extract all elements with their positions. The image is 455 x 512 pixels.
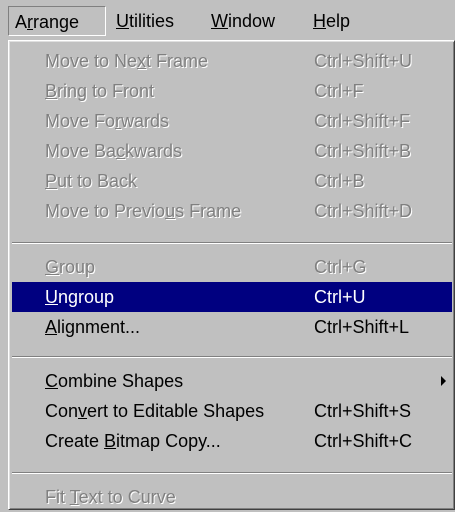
menu-item-shortcut: Ctrl+Shift+L — [314, 317, 410, 337]
menu-item-label: Fit Text to Curve — [45, 487, 176, 507]
menu-item-move-forwards[interactable]: Move Forwards Ctrl+Shift+F — [12, 106, 452, 136]
menu-arrange[interactable]: Arrange — [8, 6, 106, 36]
menu-item-fit-text-to-curve[interactable]: Fit Text to Curve — [12, 482, 452, 512]
menu-separator — [12, 356, 452, 358]
menu-item-label: Move to Next Frame — [45, 51, 209, 71]
menu-item-group[interactable]: Group Ctrl+G — [12, 252, 452, 282]
menu-item-shortcut: Ctrl+Shift+B — [314, 141, 412, 161]
menu-item-combine-shapes[interactable]: Combine Shapes — [12, 366, 452, 396]
menu-item-shortcut: Ctrl+U — [314, 287, 366, 307]
menu-item-label: Bring to Front — [45, 81, 155, 101]
menu-item-label: Move to Previous Frame — [45, 201, 242, 221]
menu-item-move-to-previous-frame[interactable]: Move to Previous Frame Ctrl+Shift+D — [12, 196, 452, 226]
menu-item-move-to-next-frame[interactable]: Move to Next Frame Ctrl+Shift+U — [12, 46, 452, 76]
menu-item-shortcut: Ctrl+Shift+F — [314, 111, 411, 131]
menu-item-convert-to-editable-shapes[interactable]: Convert to Editable Shapes Ctrl+Shift+S — [12, 396, 452, 426]
menu-item-label: Combine Shapes — [45, 371, 184, 391]
menu-item-label: Group — [45, 257, 96, 277]
submenu-arrow-icon — [441, 376, 446, 386]
menu-item-put-to-back[interactable]: Put to Back Ctrl+B — [12, 166, 452, 196]
menu-item-alignment[interactable]: Alignment... Ctrl+Shift+L — [12, 312, 452, 342]
menu-item-shortcut: Ctrl+G — [314, 257, 367, 277]
arrange-dropdown-menu: Move to Next Frame Ctrl+Shift+U Bring to F… — [8, 40, 455, 510]
menu-item-shortcut: Ctrl+B — [314, 171, 365, 191]
menu-item-label: Put to Back — [45, 171, 138, 191]
menu-item-label: Move Backwards — [45, 141, 183, 161]
menu-item-bring-to-front[interactable]: Bring to Front Ctrl+F — [12, 76, 452, 106]
menu-item-label: Create Bitmap Copy... — [45, 431, 221, 451]
menu-separator — [12, 242, 452, 244]
menu-utilities[interactable]: Utilities — [110, 6, 202, 36]
menu-item-label: Ungroup — [45, 287, 115, 307]
menu-item-label: Move Forwards — [45, 111, 170, 131]
menu-help[interactable]: Help — [307, 6, 367, 36]
menu-window[interactable]: Window — [205, 6, 303, 36]
menu-item-shortcut: Ctrl+Shift+C — [314, 431, 413, 451]
menu-item-ungroup[interactable]: Ungroup Ctrl+U — [12, 282, 452, 312]
menu-bar: Arrange Utilities Window Help — [0, 0, 455, 40]
menu-item-move-backwards[interactable]: Move Backwards Ctrl+Shift+B — [12, 136, 452, 166]
menu-item-label: Alignment... — [45, 317, 141, 337]
menu-separator — [12, 472, 452, 474]
menu-item-shortcut: Ctrl+Shift+D — [314, 201, 413, 221]
menu-item-shortcut: Ctrl+F — [314, 81, 364, 101]
menu-item-shortcut: Ctrl+Shift+U — [314, 51, 413, 71]
menu-item-label: Convert to Editable Shapes — [45, 401, 265, 421]
menu-item-shortcut: Ctrl+Shift+S — [314, 401, 412, 421]
menu-item-create-bitmap-copy[interactable]: Create Bitmap Copy... Ctrl+Shift+C — [12, 426, 452, 456]
